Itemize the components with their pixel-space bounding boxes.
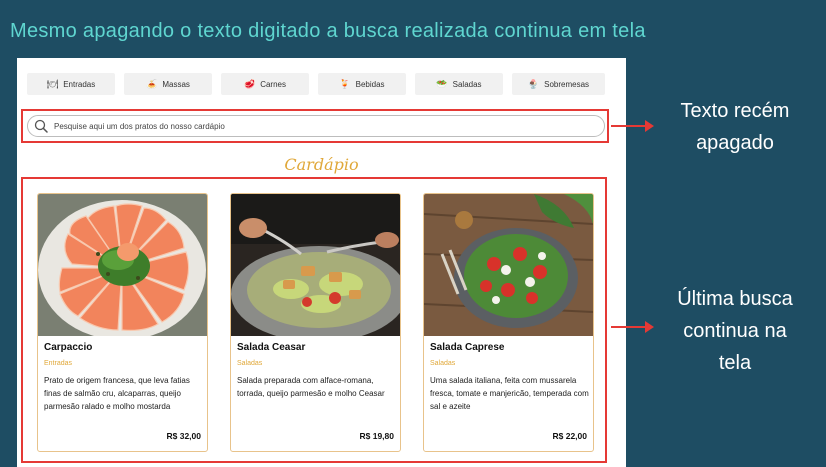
dish-card-salada-ceasar[interactable]: Salada Ceasar Saladas Salada preparada c… [230,193,401,452]
category-label: Massas [162,79,190,89]
annotation-line: tela [718,352,752,374]
dish-card-salada-caprese[interactable]: Salada Caprese Saladas Uma salada italia… [423,193,594,452]
category-entradas[interactable]: 🍽 Entradas [27,73,115,95]
app-window: 🍽 Entradas 🍝 Massas 🥩 Carnes 🍹 Bebidas 🥗… [17,58,626,467]
results-highlight-box: Carpaccio Entradas Prato de origem franc… [21,177,607,463]
dish-price: R$ 22,00 [552,431,588,441]
dish-card-carpaccio[interactable]: Carpaccio Entradas Prato de origem franc… [37,193,208,452]
category-label: Entradas [63,79,96,89]
dish-category: Saladas [237,360,263,367]
annotation-line: Texto recém [680,100,790,122]
menu-title: Cardápio [284,155,359,174]
annotation-line: Última busca [677,288,793,310]
dish-name: Salada Ceasar [237,342,306,353]
dish-price: R$ 32,00 [166,431,202,441]
category-saladas[interactable]: 🥗 Saladas [415,73,503,95]
dish-category: Saladas [430,360,456,367]
dish-category: Entradas [44,360,73,367]
annotation-line: apagado [696,132,774,154]
dish-photo-carpaccio [38,194,207,336]
category-label: Carnes [260,79,286,89]
search-input[interactable] [54,121,574,131]
category-sobremesas[interactable]: 🍨 Sobremesas [512,73,605,95]
search-bar[interactable] [27,115,605,137]
search-icon [34,119,48,133]
pasta-icon: 🍝 [146,78,158,89]
category-label: Bebidas [355,79,385,89]
category-massas[interactable]: 🍝 Massas [124,73,212,95]
search-highlight-box [21,109,609,143]
dish-name: Carpaccio [44,342,93,353]
dish-photo-salada-caprese [424,194,593,336]
arrow-right-icon [611,321,654,333]
plate-icon: 🍽 [46,78,59,89]
dish-price: R$ 19,80 [359,431,395,441]
arrow-right-icon [611,120,654,132]
category-carnes[interactable]: 🥩 Carnes [221,73,309,95]
dish-name: Salada Caprese [430,342,505,353]
annotation-line: continua na [683,320,787,342]
dish-photo-salada-ceasar [231,194,400,336]
dish-description: Uma salada italiana, feita com mussarela… [430,376,589,411]
annotation-search-note: Texto recém apagado [650,95,820,159]
dish-description: Salada preparada com alface-romana, torr… [237,376,385,398]
dessert-icon: 🍨 [527,78,540,89]
dish-description: Prato de origem francesa, que leva fatia… [44,376,190,411]
category-bebidas[interactable]: 🍹 Bebidas [318,73,406,95]
banner-title: Mesmo apagando o texto digitado a busca … [10,20,646,42]
salad-icon: 🥗 [436,78,448,89]
drink-icon: 🍹 [339,78,351,89]
category-label: Sobremesas [544,79,590,89]
meat-icon: 🥩 [243,78,256,89]
annotation-results-note: Última busca continua na tela [650,283,820,379]
category-bar: 🍽 Entradas 🍝 Massas 🥩 Carnes 🍹 Bebidas 🥗… [17,73,626,95]
category-label: Saladas [452,79,482,89]
